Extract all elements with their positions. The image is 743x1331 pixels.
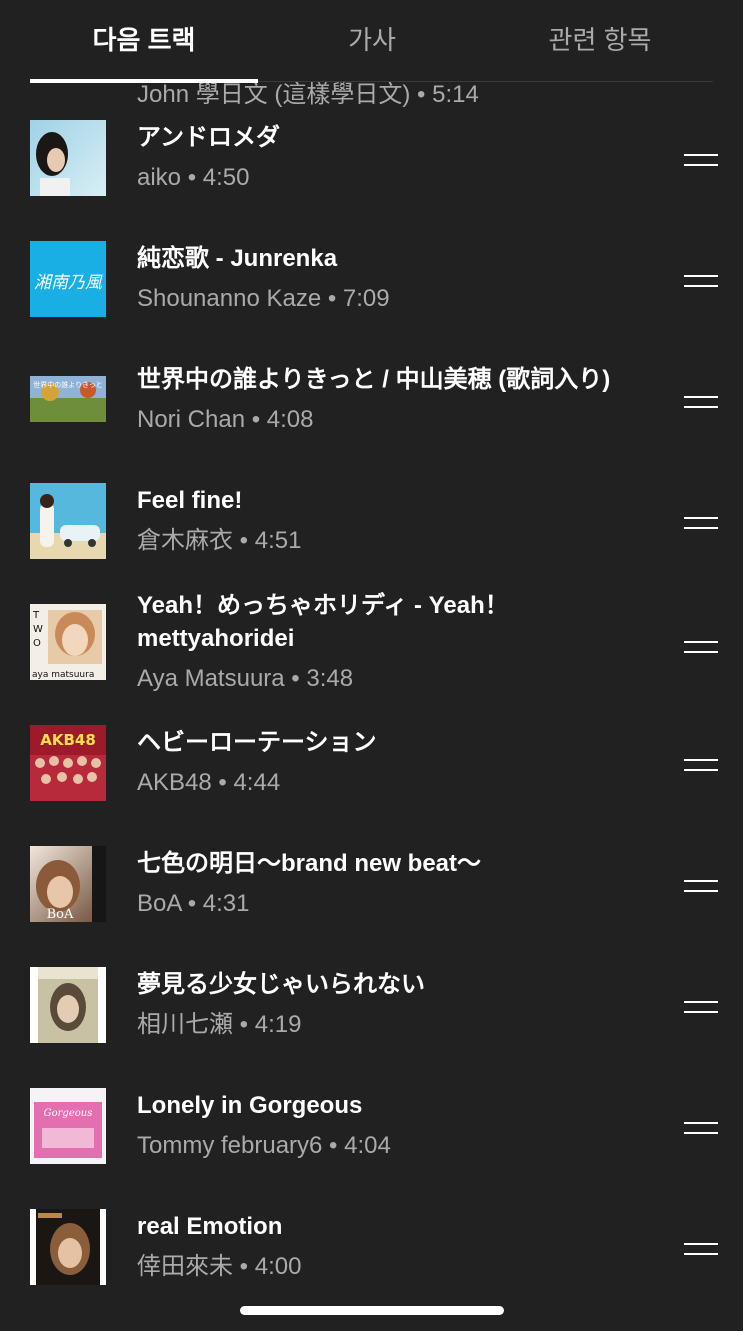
album-thumbnail[interactable]	[30, 1209, 106, 1285]
drag-handle-icon[interactable]	[684, 275, 718, 289]
drag-handle-icon[interactable]	[684, 641, 718, 655]
queue-item[interactable]: Feel fine! 倉木麻衣 • 4:51	[0, 446, 743, 567]
track-title: 夢見る少女じゃいられない	[137, 971, 425, 998]
track-title: アンドロメダ	[137, 124, 281, 151]
track-title: 七色の明日～brand new beat～	[137, 850, 482, 877]
album-thumbnail[interactable]: 湘南乃風	[30, 241, 106, 317]
track-subtitle: Nori Chan • 4:08	[137, 406, 314, 433]
svg-text:AKB48: AKB48	[40, 731, 96, 749]
drag-handle-icon[interactable]	[684, 759, 718, 773]
drag-handle-icon[interactable]	[684, 517, 718, 531]
drag-handle-icon[interactable]	[684, 396, 718, 410]
svg-text:aya matsuura: aya matsuura	[32, 670, 94, 680]
track-title: real Emotion	[137, 1213, 283, 1240]
track-info[interactable]: 夢見る少女じゃいられない 相川七瀬 • 4:19	[137, 968, 657, 1041]
track-info[interactable]: 七色の明日～brand new beat～ BoA • 4:31	[137, 847, 657, 920]
album-thumbnail[interactable]	[30, 967, 106, 1043]
home-indicator[interactable]	[240, 1306, 504, 1315]
track-title: Yeah！めっちゃホリディ - Yeah！	[137, 592, 509, 619]
svg-text:O: O	[33, 638, 41, 649]
album-thumbnail[interactable]: AKB48	[30, 725, 106, 801]
drag-handle-icon[interactable]	[684, 880, 718, 894]
drag-handle-icon[interactable]	[684, 1001, 718, 1015]
svg-text:世界中の誰よりきっと: 世界中の誰よりきっと	[33, 380, 103, 389]
track-subtitle: Shounanno Kaze • 7:09	[137, 285, 390, 312]
album-thumbnail[interactable]	[30, 120, 106, 196]
drag-handle-icon[interactable]	[684, 1122, 718, 1136]
track-info[interactable]: Feel fine! 倉木麻衣 • 4:51	[137, 484, 657, 557]
queue-item[interactable]: real Emotion 倖田來未 • 4:00	[0, 1172, 743, 1293]
drag-handle-icon[interactable]	[684, 1243, 718, 1257]
track-title: 純恋歌 - Junrenka	[137, 245, 338, 272]
track-info[interactable]: ヘビーローテーション AKB48 • 4:44	[137, 726, 657, 799]
svg-text:BoA: BoA	[47, 907, 74, 922]
queue-item[interactable]: 世界中の誰よりきっと 世界中の誰よりきっと / 中山美穂 (歌詞入り) Nori C…	[0, 325, 743, 446]
queue-item[interactable]: AKB48 ヘビーローテーション AKB48 • 4:44	[0, 688, 743, 809]
up-next-screen: John 學日文 (這樣學日文) • 5:14 アンドロメダ aiko • 4:5…	[0, 0, 743, 1331]
track-info[interactable]: Yeah！めっちゃホリディ - Yeah！ mettyahoridei Aya Ma…	[137, 589, 657, 695]
track-title: Lonely in Gorgeous	[137, 1092, 363, 1119]
track-subtitle: BoA • 4:31	[137, 890, 250, 917]
svg-text:湘南乃風: 湘南乃風	[34, 273, 103, 293]
queue-item[interactable]: アンドロメダ aiko • 4:50	[0, 83, 743, 204]
queue-item[interactable]: T W O aya matsuura Yeah！めっちゃホリディ - Yeah！ m…	[0, 567, 743, 692]
track-title-line2: mettyahoridei	[137, 625, 295, 652]
track-subtitle: AKB48 • 4:44	[137, 769, 281, 796]
track-subtitle: Tommy february6 • 4:04	[137, 1132, 391, 1159]
track-info[interactable]: 純恋歌 - Junrenka Shounanno Kaze • 7:09	[137, 242, 657, 315]
track-subtitle: 倉木麻衣 • 4:51	[137, 527, 302, 554]
track-title: Feel fine!	[137, 487, 243, 514]
album-thumbnail[interactable]: Gorgeous	[30, 1088, 106, 1164]
track-subtitle: 相川七瀬 • 4:19	[137, 1011, 302, 1038]
svg-text:W: W	[33, 624, 43, 635]
track-info[interactable]: アンドロメダ aiko • 4:50	[137, 121, 657, 194]
track-info[interactable]: real Emotion 倖田來未 • 4:00	[137, 1210, 657, 1283]
tab-up-next[interactable]: 다음 트랙	[30, 20, 258, 60]
track-title: ヘビーローテーション	[137, 729, 377, 756]
queue-item[interactable]: Gorgeous Lonely in Gorgeous Tommy february…	[0, 1051, 743, 1172]
svg-text:T: T	[32, 610, 40, 621]
queue-item[interactable]: 湘南乃風 純恋歌 - Junrenka Shounanno Kaze • 7:09	[0, 204, 743, 325]
active-tab-indicator	[30, 79, 258, 83]
svg-text:Gorgeous: Gorgeous	[44, 1108, 93, 1119]
track-subtitle: 倖田來未 • 4:00	[137, 1253, 302, 1280]
track-subtitle: aiko • 4:50	[137, 164, 250, 191]
queue-item[interactable]: 夢見る少女じゃいられない 相川七瀬 • 4:19	[0, 930, 743, 1051]
track-info[interactable]: 世界中の誰よりきっと / 中山美穂 (歌詞入り) Nori Chan • 4:08	[137, 363, 657, 436]
album-thumbnail[interactable]: T W O aya matsuura	[30, 604, 106, 680]
track-title: 世界中の誰よりきっと / 中山美穂 (歌詞入り)	[137, 366, 611, 393]
track-info[interactable]: Lonely in Gorgeous Tommy february6 • 4:04	[137, 1089, 657, 1162]
drag-handle-icon[interactable]	[684, 154, 718, 168]
tab-lyrics[interactable]: 가사	[258, 20, 486, 60]
tab-bar: 다음 트랙 가사 관련 항목	[0, 0, 743, 83]
album-thumbnail[interactable]: 世界中の誰よりきっと	[30, 362, 106, 438]
queue-item[interactable]: BoA 七色の明日～brand new beat～ BoA • 4:31	[0, 809, 743, 930]
album-thumbnail[interactable]: BoA	[30, 846, 106, 922]
album-thumbnail[interactable]	[30, 483, 106, 559]
tab-related[interactable]: 관련 항목	[486, 20, 714, 60]
